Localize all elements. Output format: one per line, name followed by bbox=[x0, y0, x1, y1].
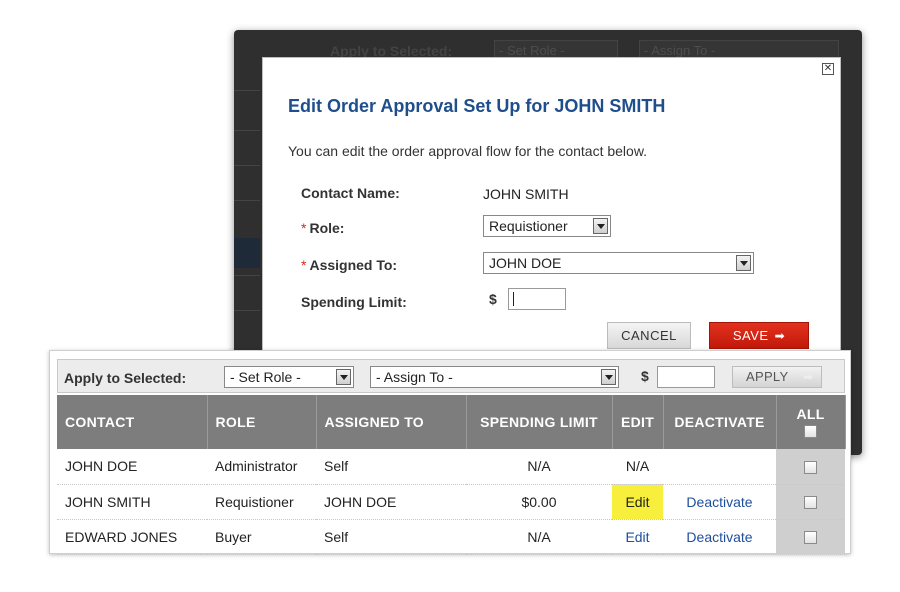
assigned-to-label: * Assigned To: bbox=[301, 257, 397, 273]
cell-assigned-to: Self bbox=[316, 519, 466, 555]
edit-approval-modal: ✕ Edit Order Approval Set Up for JOHN SM… bbox=[262, 57, 841, 357]
cell-assigned-to: JOHN DOE bbox=[316, 484, 466, 520]
row-checkbox[interactable] bbox=[804, 531, 817, 545]
background-divider bbox=[234, 200, 260, 201]
chevron-down-icon bbox=[601, 369, 616, 385]
deactivate-link[interactable]: Deactivate bbox=[686, 529, 752, 545]
cell-edit: Edit bbox=[612, 519, 663, 555]
spending-limit-input[interactable] bbox=[508, 288, 566, 310]
table-row: JOHN DOE Administrator Self N/A N/A bbox=[57, 449, 845, 485]
close-icon[interactable]: ✕ bbox=[822, 63, 834, 75]
apply-to-selected-label: Apply to Selected: bbox=[64, 370, 187, 386]
background-divider bbox=[234, 165, 260, 166]
column-header-all: ALL bbox=[776, 395, 846, 449]
chevron-down-icon bbox=[736, 255, 751, 271]
assigned-to-label-text: Assigned To: bbox=[309, 257, 398, 273]
apply-button[interactable]: APPLY ➡ bbox=[732, 366, 822, 388]
contacts-approval-panel: Apply to Selected: - Set Role - - Assign… bbox=[49, 350, 851, 555]
assigned-to-select[interactable]: JOHN DOE bbox=[483, 252, 754, 274]
role-label: * Role: bbox=[301, 220, 344, 236]
cell-contact: EDWARD JONES bbox=[57, 519, 207, 555]
apply-button-label: APPLY bbox=[746, 369, 789, 384]
assign-to-select-value: - Assign To - bbox=[376, 369, 453, 385]
row-checkbox[interactable] bbox=[804, 461, 817, 475]
table-header-row: CONTACT ROLE ASSIGNED TO SPENDING LIMIT … bbox=[57, 395, 846, 449]
cell-deactivate: Deactivate bbox=[663, 484, 776, 520]
cell-spending-limit: N/A bbox=[466, 519, 612, 555]
background-divider bbox=[234, 130, 260, 131]
all-label: ALL bbox=[796, 406, 825, 422]
modal-title: Edit Order Approval Set Up for JOHN SMIT… bbox=[288, 96, 666, 116]
background-divider bbox=[234, 90, 260, 91]
set-role-select-value: - Set Role - bbox=[230, 369, 301, 385]
assigned-to-select-value: JOHN DOE bbox=[489, 255, 562, 271]
cell-deactivate bbox=[663, 449, 776, 485]
save-button[interactable]: SAVE ➡ bbox=[709, 322, 809, 349]
set-role-select[interactable]: - Set Role - bbox=[224, 366, 354, 388]
cell-select bbox=[776, 519, 845, 555]
currency-symbol: $ bbox=[489, 291, 497, 307]
column-header-edit: EDIT bbox=[612, 395, 664, 449]
background-selected-row bbox=[234, 238, 260, 268]
contact-name-label: Contact Name: bbox=[301, 185, 400, 201]
cell-role: Buyer bbox=[207, 519, 316, 555]
save-button-label: SAVE bbox=[732, 328, 769, 343]
bulk-action-toolbar: Apply to Selected: - Set Role - - Assign… bbox=[57, 359, 845, 393]
cell-select bbox=[776, 449, 845, 485]
cell-edit: N/A bbox=[612, 449, 663, 485]
currency-symbol: $ bbox=[641, 368, 649, 384]
contacts-table: CONTACT ROLE ASSIGNED TO SPENDING LIMIT … bbox=[57, 395, 846, 555]
role-select[interactable]: Requistioner bbox=[483, 215, 611, 237]
cancel-button[interactable]: CANCEL bbox=[607, 322, 691, 349]
arrow-right-icon: ➡ bbox=[803, 370, 814, 384]
cell-role: Administrator bbox=[207, 449, 316, 485]
amount-input[interactable] bbox=[657, 366, 715, 388]
row-checkbox[interactable] bbox=[804, 496, 817, 510]
cell-contact: JOHN SMITH bbox=[57, 484, 207, 520]
column-header-contact[interactable]: CONTACT bbox=[57, 395, 208, 449]
table-row: JOHN SMITH Requistioner JOHN DOE $0.00 E… bbox=[57, 484, 845, 520]
text-cursor bbox=[513, 292, 514, 306]
cell-select bbox=[776, 484, 845, 520]
cell-contact: JOHN DOE bbox=[57, 449, 207, 485]
column-header-assigned-to[interactable]: ASSIGNED TO bbox=[316, 395, 467, 449]
chevron-down-icon bbox=[336, 369, 351, 385]
column-header-deactivate: DEACTIVATE bbox=[663, 395, 777, 449]
cell-assigned-to: Self bbox=[316, 449, 466, 485]
edit-link[interactable]: Edit bbox=[625, 494, 649, 510]
modal-description: You can edit the order approval flow for… bbox=[288, 143, 648, 159]
arrow-right-icon: ➡ bbox=[774, 329, 786, 343]
cell-deactivate: Deactivate bbox=[663, 519, 776, 555]
assign-to-select[interactable]: - Assign To - bbox=[370, 366, 619, 388]
role-select-value: Requistioner bbox=[489, 218, 568, 234]
deactivate-link[interactable]: Deactivate bbox=[686, 494, 752, 510]
chevron-down-icon bbox=[593, 218, 608, 234]
cell-role: Requistioner bbox=[207, 484, 316, 520]
column-header-role[interactable]: ROLE bbox=[207, 395, 317, 449]
column-header-spending-limit[interactable]: SPENDING LIMIT bbox=[466, 395, 613, 449]
table-row: EDWARD JONES Buyer Self N/A Edit Deactiv… bbox=[57, 519, 845, 555]
cell-edit: Edit bbox=[612, 484, 663, 520]
background-divider bbox=[234, 275, 260, 276]
select-all-checkbox[interactable] bbox=[804, 424, 817, 438]
edit-link[interactable]: Edit bbox=[625, 529, 649, 545]
cell-spending-limit: $0.00 bbox=[466, 484, 612, 520]
cell-spending-limit: N/A bbox=[466, 449, 612, 485]
contact-name-value: JOHN SMITH bbox=[483, 186, 569, 202]
role-label-text: Role: bbox=[309, 220, 345, 236]
spending-limit-label: Spending Limit: bbox=[301, 294, 407, 310]
required-marker: * bbox=[301, 220, 307, 236]
required-marker: * bbox=[301, 257, 307, 273]
background-divider bbox=[234, 310, 260, 311]
